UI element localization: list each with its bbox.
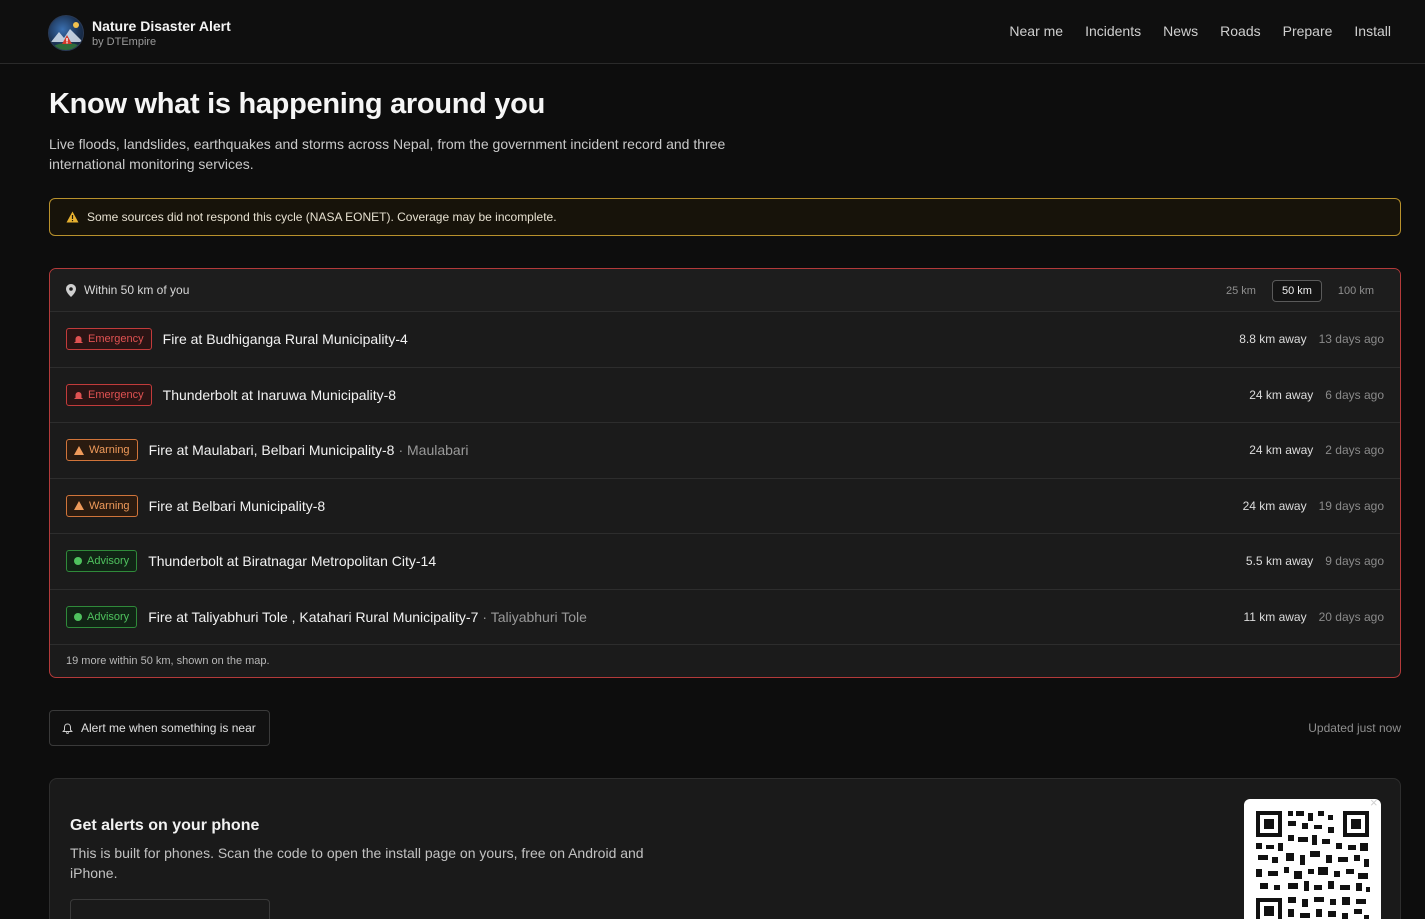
incident-row[interactable]: Emergency Fire at Budhiganga Rural Munic…	[50, 312, 1400, 368]
main-nav: Near me Incidents News Roads Prepare Ins…	[1009, 22, 1391, 40]
incident-row[interactable]: Warning Fire at Belbari Municipality-8 2…	[50, 479, 1400, 534]
alert-me-label: Alert me when something is near	[81, 721, 256, 735]
incident-row[interactable]: Advisory Thunderbolt at Biratnagar Metro…	[50, 534, 1400, 590]
page-title: Know what is happening around you	[49, 88, 545, 120]
radius-100km[interactable]: 100 km	[1328, 280, 1384, 302]
incident-row[interactable]: Advisory Fire at Taliyabhuri Tole , Kata…	[50, 590, 1400, 645]
warning-icon	[66, 211, 79, 223]
severity-badge-warning: Warning	[66, 439, 138, 462]
incident-meta: 24 km away 6 days ago	[1249, 368, 1384, 423]
badge-label: Advisory	[87, 555, 130, 568]
dot-icon	[74, 612, 82, 621]
incident-distance: 24 km away	[1242, 498, 1307, 513]
incident-title: Fire at Budhiganga Rural Municipality-4	[162, 331, 408, 348]
qr-code	[1244, 799, 1381, 919]
incident-distance: 5.5 km away	[1245, 554, 1314, 569]
banner-text: Some sources did not respond this cycle …	[87, 210, 557, 224]
bell-icon	[62, 722, 73, 734]
close-icon[interactable]: ×	[1370, 795, 1378, 810]
incident-meta: 24 km away 19 days ago	[1243, 479, 1384, 534]
incident-meta: 11 km away 20 days ago	[1243, 590, 1384, 645]
badge-label: Emergency	[88, 333, 144, 346]
incident-place: · Maulabari	[398, 442, 469, 459]
top-bar: Nature Disaster Alert by DTEmpire Near m…	[0, 0, 1425, 64]
app-logo	[48, 15, 84, 51]
incident-meta: 5.5 km away 9 days ago	[1246, 534, 1384, 589]
incident-distance: 8.8 km away	[1239, 332, 1307, 347]
nav-news[interactable]: News	[1163, 22, 1198, 40]
panel-header: Within 50 km of you 25 km 50 km 100 km	[50, 269, 1400, 312]
brand-subtitle: by DTEmpire	[92, 35, 157, 48]
incident-title: Fire at Maulabari, Belbari Municipality-…	[148, 442, 395, 459]
incident-meta: 24 km away 2 days ago	[1249, 423, 1384, 478]
incident-distance: 24 km away	[1249, 443, 1314, 458]
incident-distance: 11 km away	[1243, 609, 1307, 624]
incident-title: Fire at Belbari Municipality-8	[148, 497, 326, 514]
incident-meta: 8.8 km away 13 days ago	[1239, 312, 1384, 367]
incident-place: · Taliyabhuri Tole	[482, 608, 587, 625]
incident-distance: 24 km away	[1249, 387, 1314, 402]
badge-label: Warning	[89, 444, 130, 457]
severity-badge-emergency: Emergency	[66, 328, 152, 351]
dot-icon	[74, 557, 82, 566]
location-pin-icon	[66, 283, 76, 297]
incident-row[interactable]: Warning Fire at Maulabari, Belbari Munic…	[50, 423, 1400, 479]
incident-age: 6 days ago	[1325, 387, 1384, 402]
nav-install[interactable]: Install	[1354, 22, 1391, 40]
incident-age: 9 days ago	[1325, 554, 1384, 569]
nav-prepare[interactable]: Prepare	[1283, 22, 1333, 40]
incident-age: 20 days ago	[1318, 609, 1384, 624]
severity-badge-emergency: Emergency	[66, 383, 152, 406]
radius-25km[interactable]: 25 km	[1216, 280, 1266, 302]
severity-badge-warning: Warning	[66, 494, 138, 517]
siren-icon	[74, 391, 83, 399]
updated-status: Updated just now	[1308, 721, 1401, 735]
brand[interactable]: Nature Disaster Alert by DTEmpire	[48, 15, 231, 51]
warning-icon	[74, 445, 84, 455]
radius-selector: 25 km 50 km 100 km	[1216, 280, 1384, 302]
radius-50km[interactable]: 50 km	[1271, 280, 1322, 302]
panel-footer-note: 19 more within 50 km, shown on the map.	[66, 655, 270, 667]
page-subtitle: Live floods, landslides, earthquakes and…	[49, 136, 726, 172]
nav-incidents[interactable]: Incidents	[1085, 22, 1141, 40]
incident-age: 13 days ago	[1318, 332, 1384, 347]
brand-title: Nature Disaster Alert	[92, 17, 231, 34]
nav-roads[interactable]: Roads	[1220, 22, 1260, 40]
siren-icon	[74, 335, 83, 344]
severity-badge-advisory: Advisory	[66, 550, 138, 573]
nearby-incidents-panel: Within 50 km of you 25 km 50 km 100 km E…	[49, 268, 1401, 678]
alert-me-button[interactable]: Alert me when something is near	[49, 710, 270, 746]
phone-install-card: Get alerts on your phone This is built f…	[49, 778, 1401, 919]
incident-row[interactable]: Emergency Thunderbolt at Inaruwa Municip…	[50, 368, 1400, 423]
incident-title: Fire at Taliyabhuri Tole , Katahari Rura…	[148, 608, 479, 625]
nav-near-me[interactable]: Near me	[1009, 22, 1063, 40]
incident-title: Thunderbolt at Inaruwa Municipality-8	[162, 386, 397, 403]
badge-label: Advisory	[87, 610, 130, 623]
badge-label: Warning	[89, 499, 130, 512]
incident-age: 19 days ago	[1318, 498, 1384, 513]
install-button[interactable]	[70, 899, 270, 919]
panel-heading: Within 50 km of you	[84, 283, 190, 297]
warning-icon	[74, 501, 84, 511]
severity-badge-advisory: Advisory	[66, 605, 138, 628]
incident-age: 2 days ago	[1325, 443, 1384, 458]
incident-title: Thunderbolt at Biratnagar Metropolitan C…	[148, 553, 437, 570]
badge-label: Emergency	[88, 388, 144, 401]
source-warning-banner: Some sources did not respond this cycle …	[49, 198, 1401, 236]
phone-card-title: Get alerts on your phone	[70, 817, 260, 834]
phone-card-description: This is built for phones. Scan the code …	[70, 845, 644, 881]
